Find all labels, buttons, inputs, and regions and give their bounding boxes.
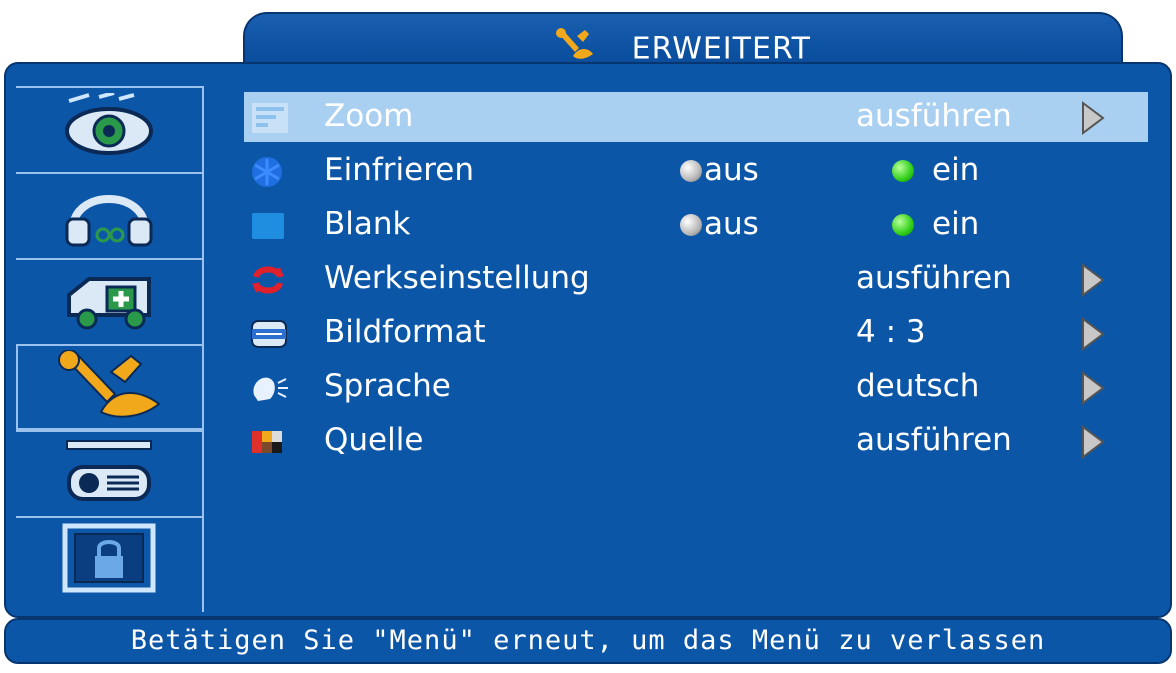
source-icon	[250, 425, 284, 459]
freeze-on-radio[interactable]: ein	[892, 152, 979, 188]
menu-row-value: ausführen	[856, 422, 1012, 458]
picture-eye-icon	[59, 91, 159, 167]
menu-row-label: Einfrieren	[324, 152, 474, 188]
menu-row-freeze[interactable]: Einfrieren aus ein	[244, 146, 1148, 196]
language-speech-icon	[250, 371, 288, 405]
radio-on-icon	[892, 160, 914, 182]
menu-row-factory-reset[interactable]: Werkseinstellung ausführen	[244, 254, 1148, 304]
sidebar-item-picture[interactable]	[16, 86, 202, 172]
chevron-right-icon[interactable]	[1080, 101, 1106, 139]
radio-on-icon	[892, 214, 914, 236]
freeze-snowflake-icon	[250, 155, 284, 189]
blank-on-radio[interactable]: ein	[892, 206, 979, 242]
menu-row-zoom[interactable]: Zoom ausführen	[244, 92, 1148, 142]
sidebar-item-advanced[interactable]	[16, 344, 202, 430]
chevron-right-icon[interactable]	[1080, 263, 1106, 301]
menu-row-label: Werkseinstellung	[324, 260, 590, 296]
setup-vehicle-icon	[59, 265, 159, 339]
menu-row-value: ausführen	[856, 98, 1012, 134]
reset-icon	[250, 263, 284, 297]
blank-screen-icon	[250, 209, 284, 243]
zoom-icon	[250, 101, 288, 135]
menu-row-label: Blank	[324, 206, 411, 242]
radio-off-label: aus	[704, 152, 759, 188]
status-hint: Betätigen Sie "Menü" erneut, um das Menü…	[4, 618, 1172, 664]
category-sidebar	[16, 86, 202, 614]
menu-row-label: Zoom	[324, 98, 414, 134]
tools-icon	[55, 349, 165, 424]
sidebar-item-audio[interactable]	[16, 172, 202, 258]
audio-headphones-icon	[59, 179, 159, 253]
blank-off-radio[interactable]: aus	[680, 206, 759, 242]
menu-row-label: Bildformat	[324, 314, 486, 350]
menu-row-value: 4 : 3	[856, 314, 926, 350]
projector-icon	[59, 437, 159, 511]
menu-row-value: deutsch	[856, 368, 980, 404]
menu-row-source[interactable]: Quelle ausführen	[244, 416, 1148, 466]
sidebar-item-setup[interactable]	[16, 258, 202, 344]
sidebar-item-security[interactable]	[16, 516, 202, 602]
aspect-ratio-icon	[250, 317, 287, 351]
menu-row-label: Quelle	[324, 422, 424, 458]
menu-row-blank[interactable]: Blank aus ein	[244, 200, 1148, 250]
chevron-right-icon[interactable]	[1080, 371, 1106, 409]
radio-off-icon	[680, 214, 702, 236]
lock-icon	[59, 522, 159, 598]
chevron-right-icon[interactable]	[1080, 317, 1106, 355]
menu-row-language[interactable]: Sprache deutsch	[244, 362, 1148, 412]
radio-on-label: ein	[932, 206, 980, 242]
radio-off-label: aus	[704, 206, 759, 242]
menu-row-value: ausführen	[856, 260, 1012, 296]
freeze-off-radio[interactable]: aus	[680, 152, 759, 188]
sidebar-item-projector[interactable]	[16, 430, 202, 516]
chevron-right-icon[interactable]	[1080, 425, 1106, 463]
menu-row-label: Sprache	[324, 368, 451, 404]
radio-off-icon	[680, 160, 702, 182]
radio-on-label: ein	[932, 152, 980, 188]
menu-row-aspect-ratio[interactable]: Bildformat 4 : 3	[244, 308, 1148, 358]
sidebar-divider	[202, 86, 204, 612]
